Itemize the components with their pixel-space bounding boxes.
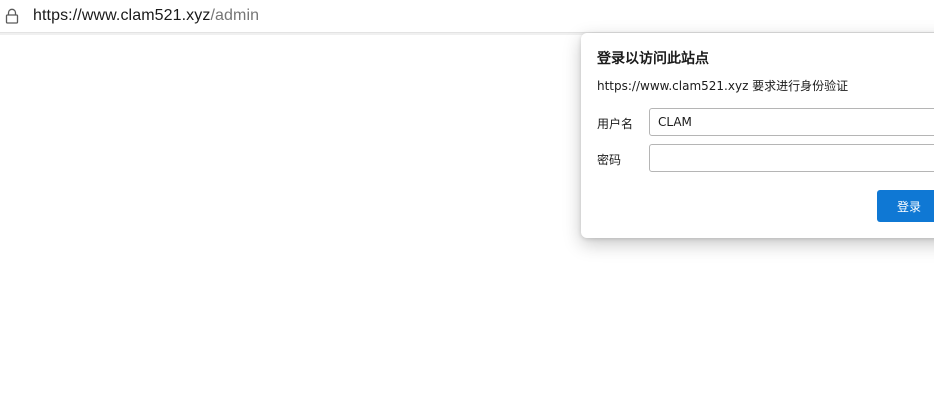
url-text[interactable]: https://www.clam521.xyz/admin <box>33 7 259 25</box>
auth-dialog: 登录以访问此站点 https://www.clam521.xyz 要求进行身份验… <box>581 33 934 238</box>
address-bar[interactable]: https://www.clam521.xyz/admin <box>0 0 934 35</box>
dialog-subtitle: https://www.clam521.xyz 要求进行身份验证 <box>597 79 849 93</box>
dialog-title: 登录以访问此站点 <box>597 51 709 67</box>
password-label: 密码 <box>597 153 622 167</box>
url-host: https://www.clam521.xyz <box>33 7 211 24</box>
login-button[interactable]: 登录 <box>877 190 934 222</box>
username-label: 用户名 <box>597 117 634 131</box>
password-field[interactable] <box>649 144 934 172</box>
lock-icon[interactable] <box>5 8 19 24</box>
username-field[interactable] <box>649 108 934 136</box>
url-path: /admin <box>210 7 260 24</box>
